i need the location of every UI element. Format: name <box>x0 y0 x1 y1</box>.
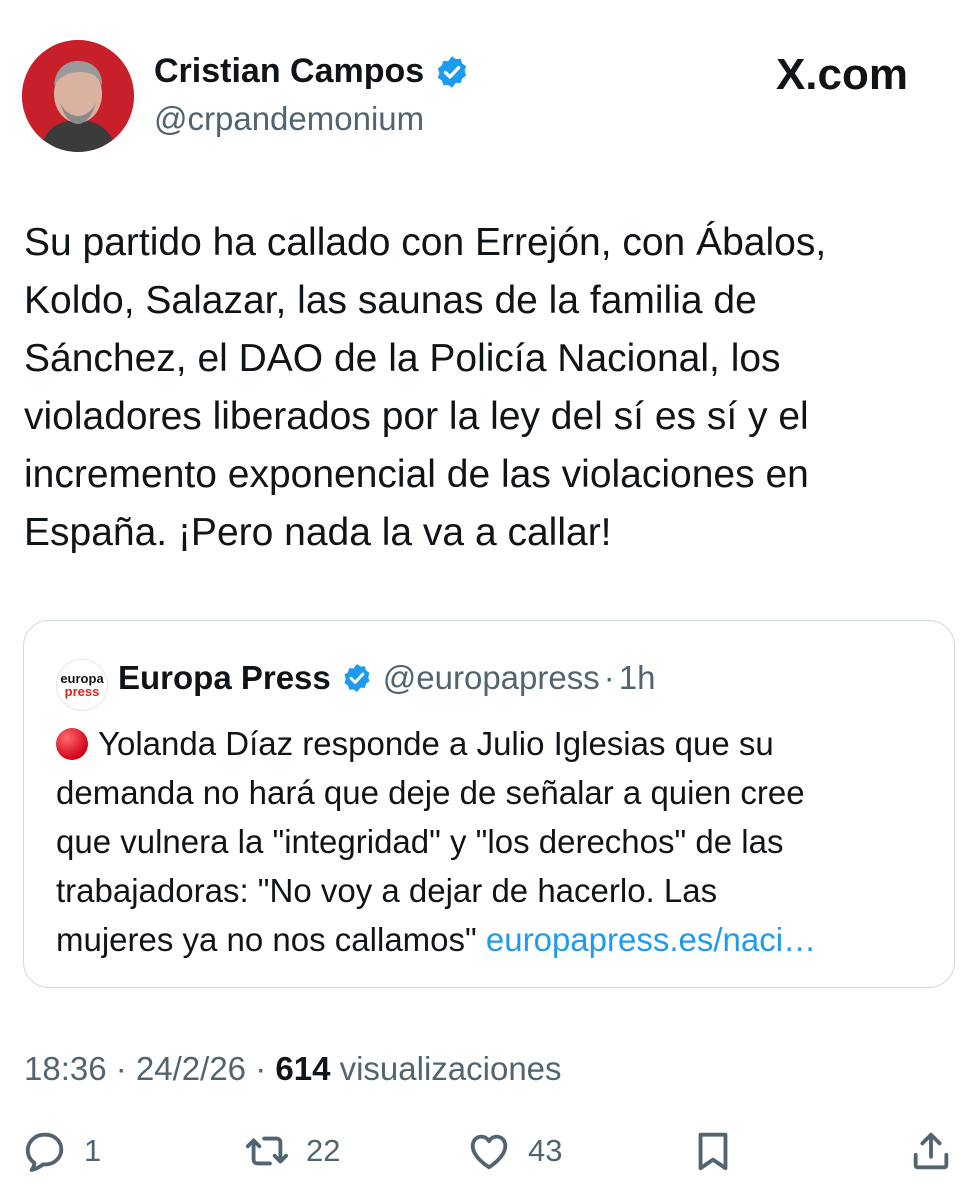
quoted-separator: · <box>603 659 615 696</box>
quoted-line: trabajadoras: "No voy a dejar de hacerlo… <box>56 872 718 909</box>
verified-badge-icon <box>344 664 370 692</box>
quoted-line: que vulnera la "integridad" y "los derec… <box>56 823 784 860</box>
avatar-photo <box>22 40 134 152</box>
verified-badge-icon <box>438 55 467 88</box>
reply-button[interactable]: 1 <box>22 1128 101 1174</box>
quoted-line: mujeres ya no nos callamos" <box>56 921 477 958</box>
quoted-line: Yolanda Díaz responde a Julio Iglesias q… <box>98 725 774 762</box>
views-count: 614 <box>275 1050 331 1087</box>
author-handle[interactable]: @crpandemonium <box>154 100 424 138</box>
tweet-actions-bar: 1 22 43 <box>0 1128 978 1188</box>
author-name-text: Cristian Campos <box>154 52 425 90</box>
tweet-text: Su partido ha callado con Errejón, con Á… <box>24 214 954 562</box>
quoted-line: demanda no hará que deje de señalar a qu… <box>56 774 805 811</box>
quoted-tweet-card[interactable]: europa press Europa Press @europapress ·… <box>23 620 955 988</box>
meta-separator: · <box>246 1050 276 1087</box>
tweet-meta: 18:36 · 24/2/26 · 614 visualizaciones <box>24 1050 562 1088</box>
meta-separator: · <box>106 1050 136 1087</box>
x-com-logo-text: X.com <box>775 50 908 99</box>
quoted-time[interactable]: 1h <box>619 659 656 697</box>
tweet-date[interactable]: 24/2/26 <box>136 1050 246 1087</box>
bookmark-button[interactable] <box>690 1128 736 1174</box>
views-label: visualizaciones <box>330 1050 562 1087</box>
author-avatar[interactable] <box>22 40 134 152</box>
author-name[interactable]: Cristian Campos <box>154 52 470 91</box>
red-circle-icon <box>56 728 88 760</box>
like-button[interactable]: 43 <box>466 1128 562 1174</box>
reply-count: 1 <box>84 1133 102 1168</box>
bookmark-icon <box>698 1132 728 1171</box>
heart-icon <box>470 1134 508 1170</box>
tweet-line: incremento exponencial de las violacione… <box>24 453 809 496</box>
quoted-tweet-header: Europa Press @europapress · 1h <box>118 659 655 697</box>
repost-button[interactable]: 22 <box>244 1128 340 1174</box>
tweet-line: violadores liberados por la ley del sí e… <box>24 395 809 438</box>
europa-press-logo-bottom: press <box>64 684 100 699</box>
tweet-time[interactable]: 18:36 <box>24 1050 107 1087</box>
reply-icon <box>25 1132 64 1172</box>
tweet-line: España. ¡Pero nada la va a callar! <box>24 511 612 554</box>
tweet-line: Su partido ha callado con Errejón, con Á… <box>24 221 827 264</box>
share-button[interactable] <box>908 1128 954 1174</box>
tweet-line: Koldo, Salazar, las saunas de la familia… <box>24 279 757 322</box>
repost-icon <box>245 1136 289 1166</box>
like-count: 43 <box>528 1133 563 1168</box>
quoted-link[interactable]: europapress.es/naci… <box>486 921 816 958</box>
repost-count: 22 <box>306 1133 341 1168</box>
europa-press-avatar[interactable]: europa press <box>56 659 108 711</box>
quoted-tweet-text: Yolanda Díaz responde a Julio Iglesias q… <box>56 719 936 964</box>
quoted-author-handle[interactable]: @europapress <box>383 659 600 697</box>
tweet-line: Sánchez, el DAO de la Policía Nacional, … <box>24 337 781 380</box>
quoted-author-name[interactable]: Europa Press <box>118 659 331 697</box>
share-icon <box>913 1132 949 1170</box>
x-com-logo: X.com <box>776 50 908 100</box>
